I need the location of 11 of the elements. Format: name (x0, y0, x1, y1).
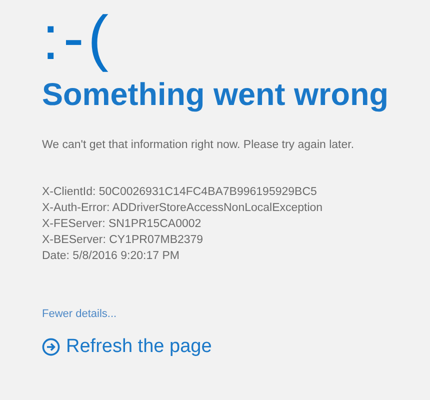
detail-line: X-ClientId: 50C0026931C14FC4BA7B996195929BC5 (42, 185, 317, 200)
detail-line: X-Auth-Error: ADDriverStoreAccessNonLocalException (42, 201, 323, 216)
error-message: We can't get that information right now. Please try again later. (42, 139, 354, 151)
arrow-circle-icon (42, 338, 60, 356)
refresh-link[interactable]: Refresh the page (42, 336, 212, 358)
detail-line: Date: 5/8/2016 9:20:17 PM (42, 249, 180, 264)
detail-line: X-FEServer: SN1PR15CA0002 (42, 217, 202, 232)
error-title: Something went wrong (42, 75, 388, 114)
sad-face-emoticon: :-( (42, 4, 113, 74)
fewer-details-link[interactable]: Fewer details... (42, 308, 117, 320)
detail-line: X-BEServer: CY1PR07MB2379 (42, 233, 204, 248)
